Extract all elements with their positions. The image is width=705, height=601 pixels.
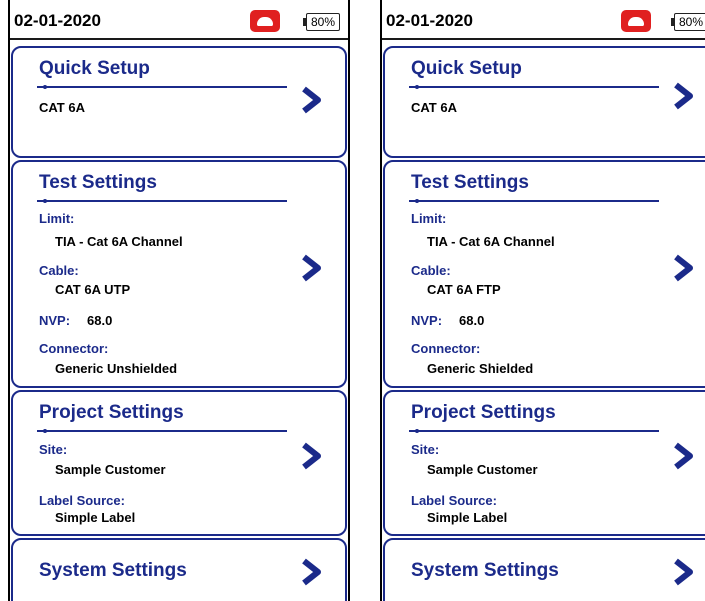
chevron-right-icon (674, 558, 693, 586)
test-settings-button[interactable]: Test Settings Limit: TIA - Cat 6A Channe… (383, 160, 705, 388)
divider (409, 199, 659, 203)
date-display: 02-01-2020 (386, 11, 473, 30)
phone-hangup-icon[interactable] (621, 10, 651, 32)
project-settings-button[interactable]: Project Settings Site: Sample Customer L… (383, 390, 705, 536)
cable-label: Cable: (39, 263, 79, 278)
connector-label: Connector: (411, 341, 481, 356)
test-settings-title: Test Settings (39, 172, 157, 193)
limit-value: TIA - Cat 6A Channel (427, 234, 555, 249)
nvp-label: NVP: (39, 313, 71, 328)
status-bar: 02-01-2020 80% (382, 0, 705, 40)
quick-setup-button[interactable]: Quick Setup CAT 6A (383, 46, 705, 158)
chevron-right-icon (674, 82, 693, 110)
test-settings-button[interactable]: Test Settings Limit: TIA - Cat 6A Channe… (11, 160, 347, 388)
label-source-value: Simple Label (55, 510, 136, 525)
connector-value: Generic Shielded (427, 361, 534, 376)
project-settings-button[interactable]: Project Settings Site: Sample Customer L… (11, 390, 347, 536)
site-label: Site: (411, 442, 440, 457)
quick-setup-title: Quick Setup (411, 58, 522, 79)
label-source-value: Simple Label (427, 510, 508, 525)
system-settings-button[interactable]: System Settings (383, 538, 705, 601)
divider (37, 85, 287, 89)
project-settings-title: Project Settings (39, 402, 184, 423)
label-source-label: Label Source: (39, 493, 125, 508)
nvp-value: 68.0 (459, 313, 485, 328)
site-label: Site: (39, 442, 68, 457)
date-display: 02-01-2020 (14, 11, 101, 30)
cable-value: CAT 6A FTP (427, 282, 501, 297)
label-source-label: Label Source: (411, 493, 497, 508)
divider (409, 85, 659, 89)
system-settings-title: System Settings (411, 560, 559, 581)
tester-screen-right: 02-01-2020 80% Quick Setup CAT 6A Test S… (380, 0, 705, 601)
system-settings-button[interactable]: System Settings (11, 538, 347, 601)
quick-setup-value: CAT 6A (411, 100, 457, 115)
connector-value: Generic Unshielded (55, 361, 178, 376)
limit-label: Limit: (411, 211, 447, 226)
site-value: Sample Customer (427, 462, 538, 477)
chevron-right-icon (302, 254, 321, 282)
battery-indicator: 80% (303, 13, 340, 31)
quick-setup-value: CAT 6A (39, 100, 85, 115)
chevron-right-icon (674, 254, 693, 282)
chevron-right-icon (674, 442, 693, 470)
status-bar: 02-01-2020 80% (10, 0, 348, 40)
limit-value: TIA - Cat 6A Channel (55, 234, 183, 249)
nvp-label: NVP: (411, 313, 443, 328)
project-settings-title: Project Settings (411, 402, 556, 423)
limit-label: Limit: (39, 211, 75, 226)
battery-indicator: 80% (671, 13, 705, 31)
cable-value: CAT 6A UTP (55, 282, 131, 297)
quick-setup-button[interactable]: Quick Setup CAT 6A (11, 46, 347, 158)
connector-label: Connector: (39, 341, 109, 356)
chevron-right-icon (302, 86, 321, 114)
quick-setup-title: Quick Setup (39, 58, 150, 79)
divider (37, 429, 287, 433)
system-settings-title: System Settings (39, 560, 187, 581)
tester-screen-left: 02-01-2020 80% Quick Setup CAT 6A Test S… (8, 0, 350, 601)
test-settings-title: Test Settings (411, 172, 529, 193)
divider (37, 199, 287, 203)
nvp-value: 68.0 (87, 313, 113, 328)
site-value: Sample Customer (55, 462, 166, 477)
chevron-right-icon (302, 442, 321, 470)
divider (409, 429, 659, 433)
phone-hangup-icon[interactable] (250, 10, 280, 32)
chevron-right-icon (302, 558, 321, 586)
cable-label: Cable: (411, 263, 451, 278)
